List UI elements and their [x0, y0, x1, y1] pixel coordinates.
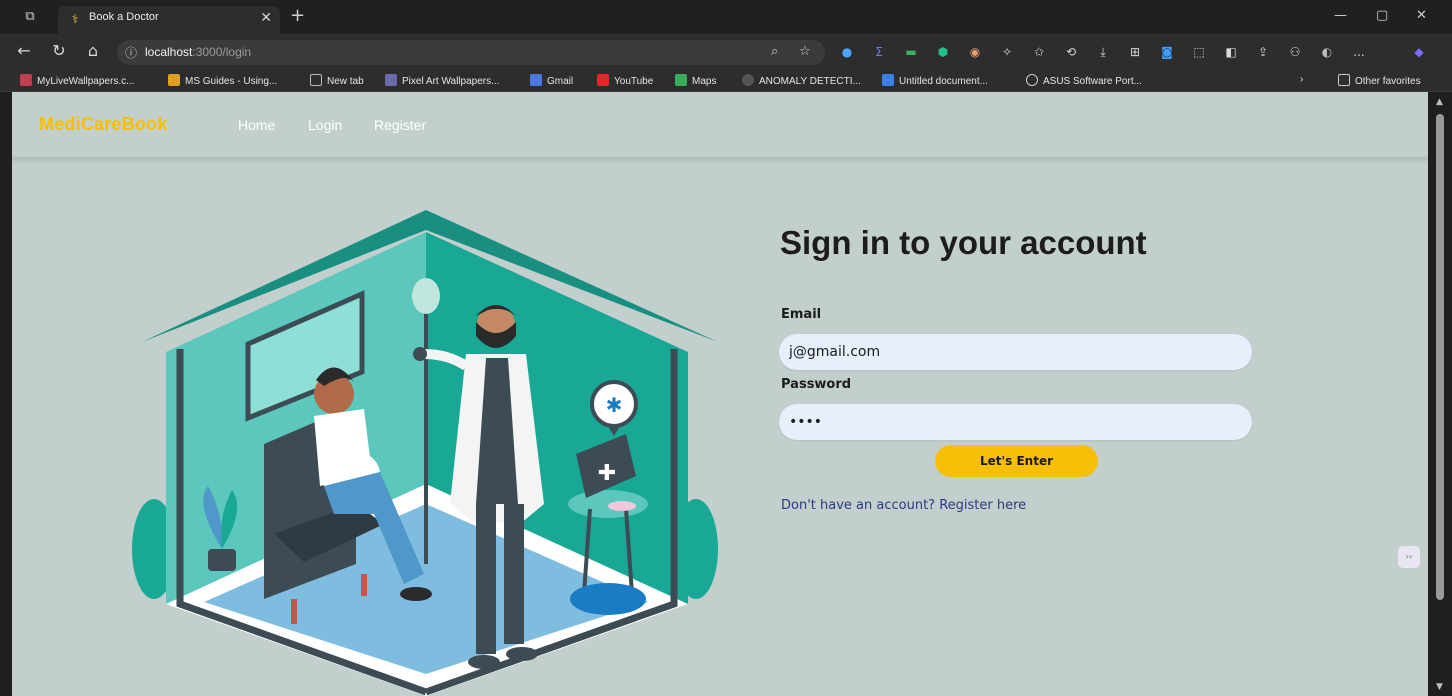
tab-title: Book a Doctor: [89, 11, 159, 23]
bookmarks-bar: MyLiveWallpapers.c... MS Guides - Using.…: [0, 70, 1452, 92]
copilot-icon[interactable]: ◆: [1410, 43, 1428, 61]
email-field[interactable]: [779, 334, 1252, 370]
sigma-extension-icon[interactable]: Σ: [870, 43, 888, 61]
page-viewport: MediCareBook Home Login Register ✱ ✚ Sig…: [12, 92, 1428, 696]
refresh-icon[interactable]: ↻: [49, 41, 69, 60]
profile-icon[interactable]: ⚇: [1286, 43, 1304, 61]
register-link[interactable]: Don't have an account? Register here: [781, 498, 1026, 513]
restore-icon[interactable]: ▢: [1376, 8, 1388, 23]
bookmark-item[interactable]: Untitled document...: [882, 74, 988, 87]
doctor-visit-illustration: ✱ ✚: [132, 210, 718, 696]
lets-enter-button[interactable]: Let's Enter: [935, 445, 1098, 477]
bookmark-item[interactable]: YouTube: [597, 74, 653, 87]
read-aloud-icon[interactable]: ⌕: [771, 44, 778, 59]
screenshot-icon[interactable]: ⬚: [1190, 43, 1208, 61]
page-title: Sign in to your account: [780, 224, 1147, 261]
scrollbar-thumb[interactable]: [1436, 114, 1444, 600]
nav-login-link[interactable]: Login: [308, 117, 342, 133]
download-icon[interactable]: ⤓: [1094, 43, 1112, 61]
tab-favicon-icon: ⚕: [71, 12, 79, 26]
bookmark-item[interactable]: ASUS Software Port...: [1026, 74, 1142, 87]
bookmark-item[interactable]: New tab: [310, 74, 364, 87]
history-icon[interactable]: ⟲: [1062, 43, 1080, 61]
side-table: [568, 490, 648, 518]
brand-logo[interactable]: MediCareBook: [39, 114, 167, 135]
home-icon[interactable]: ⌂: [83, 41, 103, 60]
bookmark-item[interactable]: MS Guides - Using...: [168, 74, 277, 87]
back-icon[interactable]: ←: [14, 41, 34, 60]
window-close-icon[interactable]: ✕: [1416, 8, 1427, 23]
browser-toolbar: ← ↻ ⌂ ⓘ localhost:3000/login ⌕ ☆ ● Σ ▬ ⬢…: [0, 34, 1452, 70]
favorites-icon[interactable]: ✩: [1030, 43, 1048, 61]
email-label: Email: [781, 307, 822, 322]
url-text: localhost:3000/login: [145, 45, 252, 59]
site-info-icon[interactable]: ⓘ: [125, 44, 137, 61]
minimize-icon[interactable]: —: [1334, 8, 1347, 23]
tab-close-icon[interactable]: ✕: [260, 10, 272, 26]
extensions-puzzle-icon[interactable]: ✧: [998, 43, 1016, 61]
sidebar-widget-icon[interactable]: ›‹: [1398, 546, 1420, 568]
avatar-icon[interactable]: ◐: [1318, 43, 1336, 61]
nav-register-link[interactable]: Register: [374, 117, 426, 133]
edge-bar-icon[interactable]: ◙: [1158, 43, 1176, 61]
plant-pot: [208, 549, 236, 571]
floor-lamp: [412, 278, 440, 314]
extension-icon[interactable]: ⬢: [934, 43, 952, 61]
collections-icon[interactable]: ⊞: [1126, 43, 1144, 61]
more-menu-icon[interactable]: ...: [1350, 43, 1368, 61]
password-label: Password: [781, 377, 852, 392]
browser-tab[interactable]: ⚕ Book a Doctor ✕: [58, 6, 280, 34]
site-navbar: MediCareBook Home Login Register: [12, 92, 1428, 158]
bookmark-item[interactable]: ANOMALY DETECTI...: [742, 74, 861, 87]
other-favorites[interactable]: Other favorites: [1338, 74, 1421, 87]
browser-title-bar: ⧉ ⚕ Book a Doctor ✕ + — ▢ ✕: [0, 0, 1452, 34]
bookmark-item[interactable]: Gmail: [530, 74, 573, 87]
svg-text:✱: ✱: [606, 393, 623, 417]
split-screen-icon[interactable]: ◧: [1222, 43, 1240, 61]
page-scrollbar[interactable]: ▲ ▼: [1428, 92, 1452, 696]
nav-home-link[interactable]: Home: [238, 117, 275, 133]
scroll-down-icon[interactable]: ▼: [1436, 682, 1443, 692]
svg-text:✚: ✚: [598, 461, 616, 486]
new-tab-icon[interactable]: +: [290, 5, 305, 26]
extension-icon[interactable]: ◉: [966, 43, 984, 61]
share-icon[interactable]: ⇪: [1254, 43, 1272, 61]
bookmarks-overflow-icon[interactable]: ›: [1300, 74, 1303, 85]
bookmark-item[interactable]: MyLiveWallpapers.c...: [20, 74, 134, 87]
workspaces-icon[interactable]: ⧉: [22, 9, 38, 25]
address-bar[interactable]: ⓘ localhost:3000/login ⌕ ☆: [117, 40, 825, 65]
extension-icon[interactable]: ▬: [902, 43, 920, 61]
password-field[interactable]: [779, 404, 1252, 440]
window-frame: [0, 92, 12, 696]
favorite-star-icon[interactable]: ☆: [799, 44, 811, 59]
extension-icon[interactable]: ●: [838, 43, 856, 61]
scroll-up-icon[interactable]: ▲: [1436, 97, 1443, 107]
bookmark-item[interactable]: Maps: [675, 74, 716, 87]
bookmark-item[interactable]: Pixel Art Wallpapers...: [385, 74, 499, 87]
